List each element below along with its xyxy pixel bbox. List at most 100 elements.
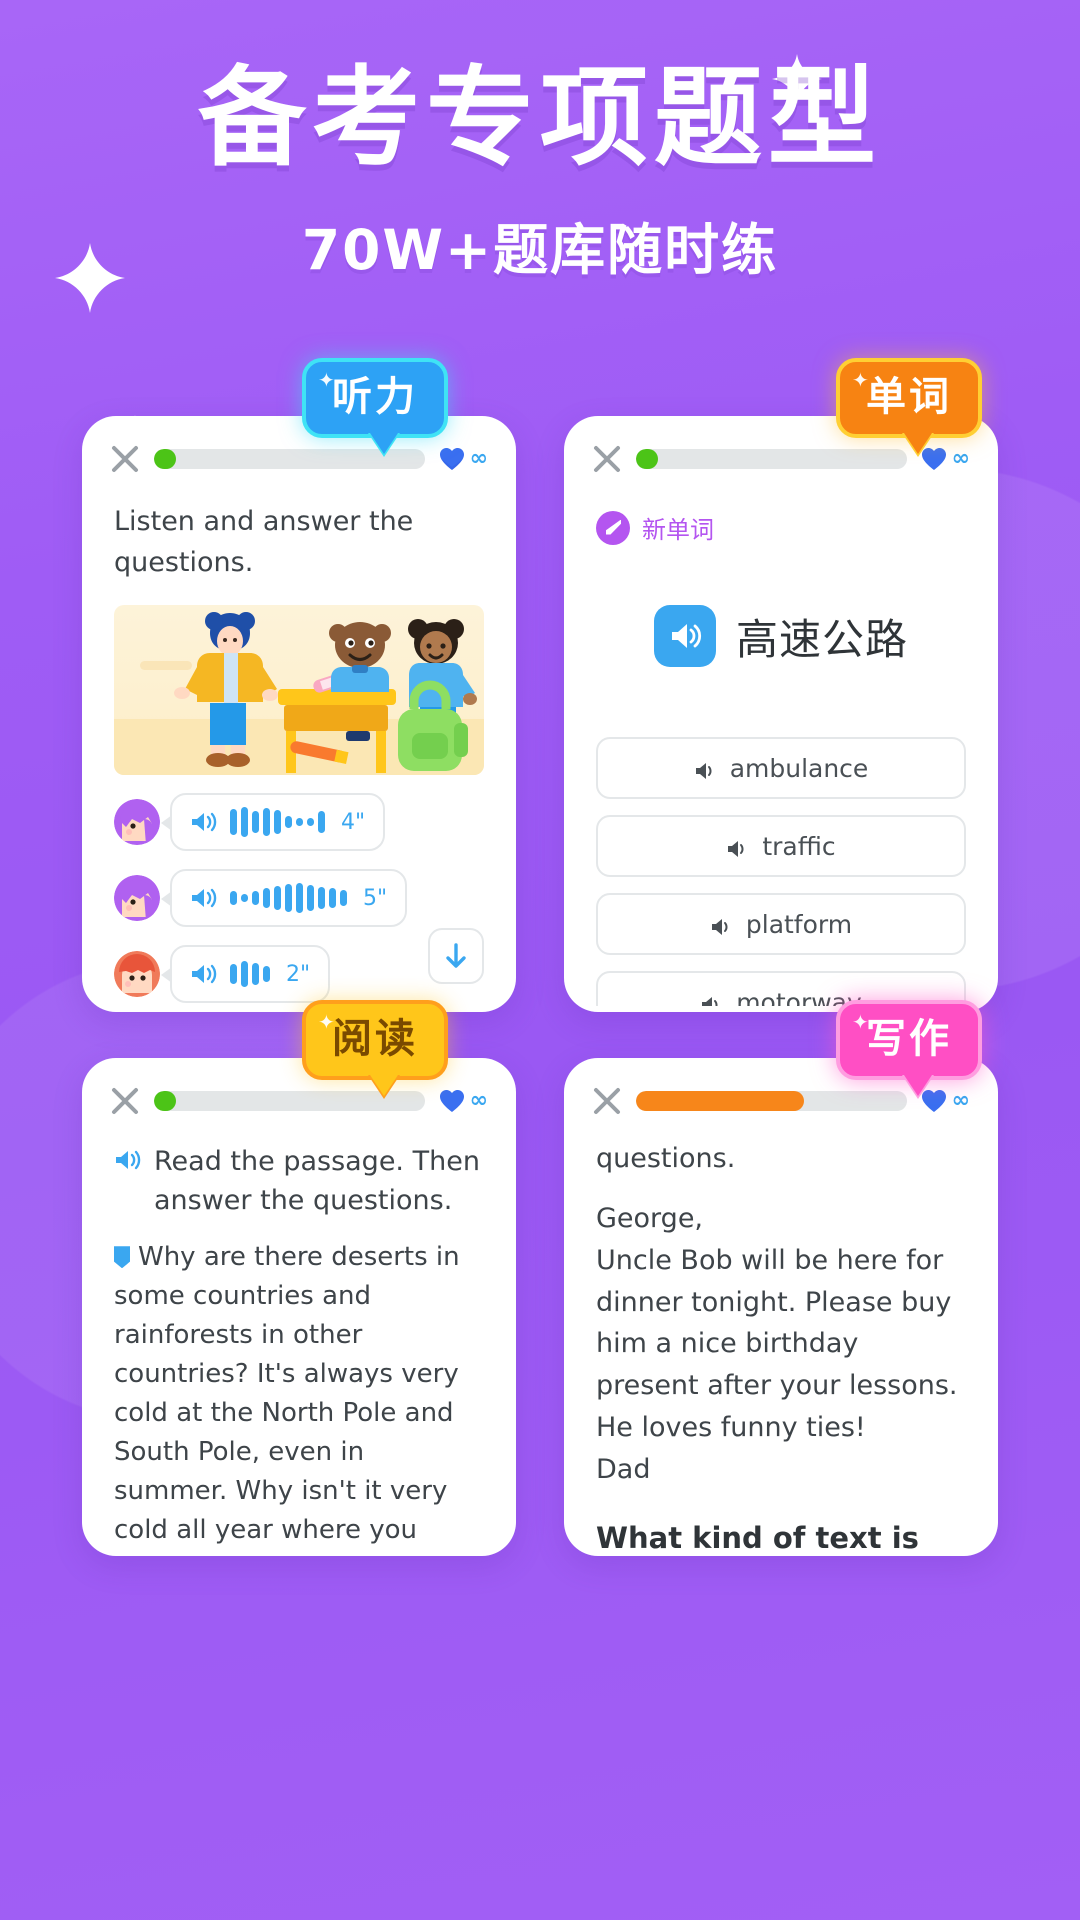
sparkle-icon: ✦ xyxy=(852,1010,872,1034)
audio-message-row[interactable]: 4" xyxy=(88,793,510,851)
scroll-down-button[interactable] xyxy=(428,928,484,984)
letter-sign: Dad xyxy=(596,1453,651,1485)
illustration-art xyxy=(174,612,477,773)
reading-instruction-row: Read the passage. Then answer the questi… xyxy=(88,1116,510,1220)
writing-question: What kind of text is it? xyxy=(596,1520,919,1555)
audio-bubble[interactable]: 2" xyxy=(160,945,331,1003)
hearts-value: ∞ xyxy=(469,1088,488,1113)
badge-word-label: 单词 xyxy=(866,374,952,420)
progress-fill xyxy=(636,449,658,469)
waveform xyxy=(230,959,270,989)
word-options-list: ambulance traffic platform motorway xyxy=(596,737,966,1006)
letter-body: Uncle Bob will be here for dinner tonigh… xyxy=(596,1244,958,1444)
badge-listening-label: 听力 xyxy=(332,374,418,420)
badge-reading: ✦ 阅读 xyxy=(302,1000,448,1096)
new-word-label: 新单词 xyxy=(642,516,714,544)
speaker-icon xyxy=(700,992,724,1006)
hearts-value: ∞ xyxy=(951,446,970,471)
heart-icon xyxy=(439,1089,465,1113)
speaker-icon xyxy=(694,758,718,779)
listening-question: Listen and answer the questions. xyxy=(114,506,414,578)
classroom-illustration xyxy=(114,605,484,775)
hearts-counter-reading[interactable]: ∞ xyxy=(439,1089,488,1113)
speaker-icon xyxy=(726,836,750,857)
phone-screen-reading: ∞ Read the passage. Then answer the ques… xyxy=(82,1058,516,1556)
progress-bar-writing xyxy=(636,1091,907,1111)
card-listening: ✦ 听力 ∞ Listen and answer the questions. … xyxy=(82,358,516,1012)
option-label: platform xyxy=(745,909,853,939)
badge-tail xyxy=(902,1072,934,1096)
badge-writing-label: 写作 xyxy=(866,1016,952,1062)
waveform xyxy=(230,883,347,913)
promo-header: 备考专项题型 70W+题库随时练 xyxy=(0,0,1080,285)
card-reading: ✦ 阅读 ∞ Read the passage. Then answer the… xyxy=(82,1000,516,1556)
sparkle-icon: ✦ xyxy=(318,1010,338,1034)
word-prompt: 高速公路 xyxy=(570,605,992,667)
audio-bubble[interactable]: 5" xyxy=(160,869,408,927)
speaker-icon xyxy=(190,962,218,986)
card-header-reading: ∞ xyxy=(88,1064,510,1116)
audio-bubble[interactable]: 4" xyxy=(160,793,386,851)
option-traffic[interactable]: traffic xyxy=(596,815,966,877)
badge-writing: ✦ 写作 xyxy=(836,1000,982,1096)
hearts-value: ∞ xyxy=(469,446,488,471)
magic-wand-icon xyxy=(596,510,630,545)
word-prompt-text: 高速公路 xyxy=(735,614,908,664)
writing-letter: questions. George, Uncle Bob will be her… xyxy=(570,1116,992,1491)
progress-fill xyxy=(636,1091,804,1111)
girl-purple-hair-avatar xyxy=(114,799,160,845)
writing-cut-line: questions. xyxy=(596,1143,736,1174)
audio-duration: 2" xyxy=(286,961,311,987)
speaker-icon[interactable] xyxy=(114,1148,142,1172)
badge-reading-label: 阅读 xyxy=(332,1016,418,1062)
girl-purple-hair-avatar xyxy=(114,875,160,921)
new-word-tag: 新单词 xyxy=(570,474,992,545)
progress-fill xyxy=(154,449,176,469)
promo-page: 备考专项题型 70W+题库随时练 ✦ 听力 ∞ Listen and answe… xyxy=(0,0,1080,1920)
progress-fill xyxy=(154,1091,176,1111)
close-icon[interactable] xyxy=(110,444,140,474)
phone-screen-writing: ∞ questions. George, Uncle Bob will be h… xyxy=(564,1058,998,1556)
option-label: traffic xyxy=(762,831,836,861)
sparkle-icon: ✦ xyxy=(318,368,338,392)
speaker-icon xyxy=(710,914,734,935)
reading-passage: Why are there deserts in some countries … xyxy=(114,1242,460,1546)
heart-icon xyxy=(439,447,465,471)
hearts-value: ∞ xyxy=(951,1088,970,1113)
close-icon[interactable] xyxy=(592,444,622,474)
audio-duration: 4" xyxy=(341,809,366,835)
speaker-icon xyxy=(190,886,218,910)
speaker-icon xyxy=(190,810,218,834)
sparkle-icon: ✦ xyxy=(852,368,872,392)
option-ambulance[interactable]: ambulance xyxy=(596,737,966,799)
phone-screen-word: ∞ 新单词 高速公路 ambulance traffic platform mo… xyxy=(564,416,998,1012)
audio-duration: 5" xyxy=(363,885,388,911)
page-title: 备考专项题型 xyxy=(197,56,882,181)
bookmark-icon xyxy=(114,1246,130,1269)
reading-instruction: Read the passage. Then answer the questi… xyxy=(154,1146,480,1217)
hearts-counter-listening[interactable]: ∞ xyxy=(439,447,488,471)
cards-grid: ✦ 听力 ∞ Listen and answer the questions. … xyxy=(0,358,1080,1556)
card-word: ✦ 单词 ∞ 新单词 高速公路 ambulance traffic platfo… xyxy=(564,358,998,1012)
badge-tail xyxy=(368,430,400,454)
badge-listening: ✦ 听力 xyxy=(302,358,448,454)
badge-tail xyxy=(368,1072,400,1096)
card-header-listening: ∞ xyxy=(88,422,510,474)
audio-message-row[interactable]: 5" xyxy=(88,869,510,927)
letter-greeting: George, xyxy=(596,1202,704,1234)
progress-bar-word xyxy=(636,449,907,469)
option-label: ambulance xyxy=(729,753,869,783)
waveform xyxy=(230,807,325,837)
card-writing: ✦ 写作 ∞ questions. George, Uncle Bob will… xyxy=(564,1000,998,1556)
badge-tail xyxy=(902,430,934,454)
reading-passage-block: Why are there deserts in some countries … xyxy=(88,1220,510,1550)
arrow-down-icon xyxy=(446,943,466,968)
badge-word: ✦ 单词 xyxy=(836,358,982,454)
close-icon[interactable] xyxy=(110,1086,140,1116)
speaker-icon[interactable] xyxy=(653,605,716,667)
boy-red-hair-avatar xyxy=(114,951,160,997)
close-icon[interactable] xyxy=(592,1086,622,1116)
option-platform[interactable]: platform xyxy=(596,893,966,955)
page-subtitle: 70W+题库随时练 xyxy=(301,218,779,283)
phone-screen-listening: ∞ Listen and answer the questions. 4" 5"… xyxy=(82,416,516,1012)
